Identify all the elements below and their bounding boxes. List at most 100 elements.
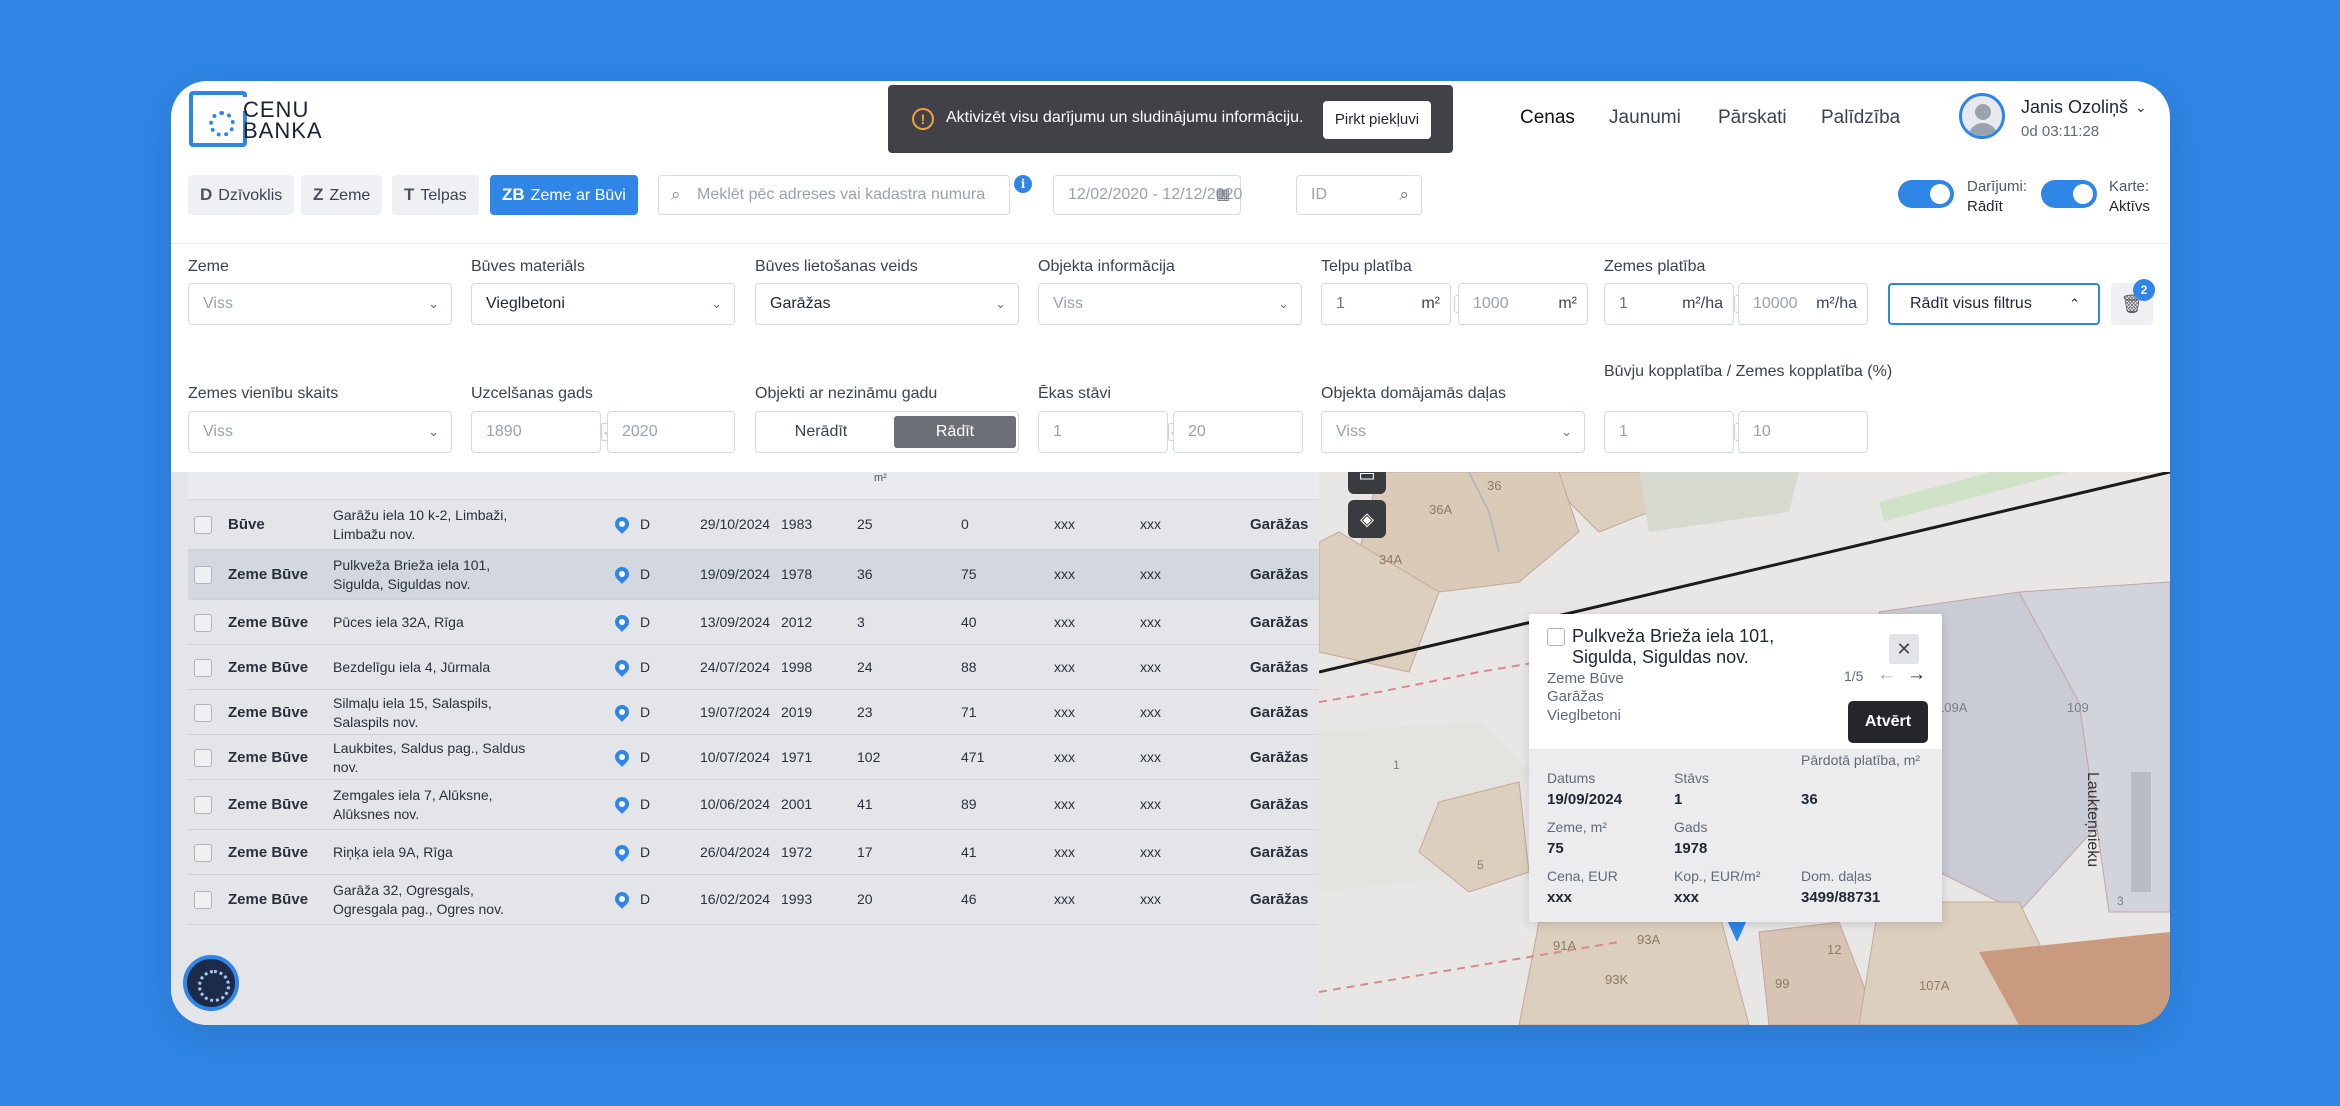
- land-to-input[interactable]: 10000 m²/ha: [1738, 283, 1868, 325]
- row-checkbox[interactable]: [194, 796, 212, 814]
- table-row[interactable]: Zeme Būve Pulkveža Brieža iela 101, Sigul…: [188, 550, 1319, 600]
- nav-prices[interactable]: Cenas: [1520, 107, 1575, 129]
- chevron-down-icon: ⌄: [995, 296, 1006, 311]
- row-checkbox[interactable]: [194, 843, 212, 862]
- map-pin-icon[interactable]: [612, 564, 632, 584]
- logo-mark-icon: [189, 91, 247, 147]
- map-pin-icon[interactable]: [612, 656, 632, 677]
- map-pin-icon[interactable]: [612, 889, 632, 909]
- row-price: xxx: [1054, 703, 1075, 720]
- detail-value: 36: [1801, 791, 1818, 808]
- arrow-right-icon[interactable]: →: [1907, 664, 1926, 686]
- property-popup: Pulkveža Brieža iela 101, Sigulda, Sigul…: [1529, 614, 1942, 922]
- table-row[interactable]: Zeme Būve Garāža 32, Ogresgals, Ogresgala…: [188, 875, 1319, 925]
- year-to-input[interactable]: 2020: [607, 411, 735, 453]
- nav-reports[interactable]: Pārskati: [1718, 107, 1787, 129]
- map-pin-icon[interactable]: [612, 514, 632, 534]
- row-checkbox[interactable]: [194, 703, 212, 722]
- table-row[interactable]: Zeme Būve Zemgales iela 7, Alūksne, Alūks…: [188, 780, 1319, 830]
- area-to-input[interactable]: 1000 m²: [1458, 283, 1588, 325]
- calendar-icon: ▦: [1215, 186, 1230, 203]
- row-checkbox[interactable]: [194, 891, 212, 909]
- row-checkbox[interactable]: [194, 566, 212, 584]
- row-checkbox[interactable]: [194, 748, 212, 767]
- popup-checkbox[interactable]: [1547, 628, 1565, 646]
- nav-news[interactable]: Jaunumi: [1609, 107, 1681, 129]
- info-icon[interactable]: i: [1014, 175, 1032, 193]
- table-row[interactable]: Zeme Būve Pūces iela 32A, Rīga D 13/09/2024…: [188, 600, 1319, 645]
- cenu-banka-logo[interactable]: CENU BANKA: [189, 91, 349, 151]
- map-toggle[interactable]: [2041, 180, 2097, 208]
- deals-toggle[interactable]: [1898, 180, 1954, 208]
- row-type: Zeme Būve: [228, 613, 309, 631]
- row-address: Bezdelīgu iela 4, Jūrmala: [333, 659, 491, 675]
- row-price: xxx: [1054, 566, 1075, 582]
- row-source: D: [640, 703, 651, 720]
- hide-unknown-option[interactable]: Nerādīt: [760, 416, 882, 448]
- tab-land-with-building[interactable]: ZB Zeme ar Būvi: [490, 175, 638, 215]
- avatar[interactable]: [1959, 93, 2005, 139]
- row-address: Zemgales iela 7, Alūksne, Alūksnes nov.: [333, 787, 493, 822]
- chevron-down-icon[interactable]: ⌄: [2135, 99, 2147, 116]
- row-checkbox[interactable]: [194, 658, 212, 677]
- row-land-area: 89: [961, 796, 977, 812]
- map-pin-icon[interactable]: [612, 841, 632, 862]
- material-select[interactable]: Vieglbetoni ⌄: [471, 283, 735, 325]
- tab-land[interactable]: Z Zeme: [301, 175, 383, 215]
- area-from-input[interactable]: 1 m²: [1321, 283, 1451, 325]
- row-year: 1998: [781, 658, 813, 675]
- tab-premises[interactable]: T Telpas: [392, 175, 479, 215]
- table-row[interactable]: Zeme Būve Silmaļu iela 15, Salaspils, Sal…: [188, 690, 1319, 735]
- building-shape: [2131, 772, 2151, 892]
- row-checkbox[interactable]: [194, 516, 212, 534]
- map-pin-icon[interactable]: [612, 746, 632, 767]
- ratio-to-input[interactable]: 10: [1738, 411, 1868, 453]
- nav-help[interactable]: Palīdzība: [1821, 107, 1900, 129]
- land-units-select[interactable]: Viss ⌄: [188, 411, 452, 453]
- search-input[interactable]: ⌕ Meklēt pēc adreses vai kadastra numura: [658, 175, 1010, 215]
- map-label: 3: [2117, 894, 2124, 908]
- year-from-input[interactable]: 1890: [471, 411, 601, 453]
- row-land-area: 88: [961, 658, 977, 675]
- show-unknown-option[interactable]: Rādīt: [894, 416, 1016, 448]
- chat-assistant-button[interactable]: [183, 955, 239, 1011]
- tab-letter: D: [200, 185, 213, 204]
- map-pin-icon[interactable]: [612, 611, 632, 632]
- row-price-per-m2: xxx: [1140, 748, 1161, 765]
- filter-count-badge: 2: [2133, 279, 2155, 301]
- open-button[interactable]: Atvērt: [1848, 701, 1928, 743]
- ratio-from-input[interactable]: 1: [1604, 411, 1734, 453]
- row-checkbox[interactable]: [194, 613, 212, 632]
- id-search-field[interactable]: ID ⌕: [1296, 175, 1422, 215]
- date-range-field[interactable]: 12/02/2020 - 12/12/2020 ▦: [1053, 175, 1242, 215]
- table-row[interactable]: Būve Garāžu iela 10 k-2, Limbaži, Limbažu…: [188, 500, 1319, 550]
- row-area: 24: [857, 658, 873, 675]
- usage-select[interactable]: Garāžas ⌄: [755, 283, 1019, 325]
- show-all-filters-button[interactable]: Rādīt visus filtrus ⌃: [1888, 283, 2100, 325]
- shares-select[interactable]: Viss ⌄: [1321, 411, 1585, 453]
- map-pin-icon[interactable]: [612, 794, 632, 814]
- detail-label: Datums: [1547, 770, 1596, 786]
- map-label: 1: [1393, 758, 1400, 772]
- land-from-input[interactable]: 1 m²/ha: [1604, 283, 1734, 325]
- floors-from-input[interactable]: 1: [1038, 411, 1168, 453]
- table-row[interactable]: Zeme Būve Laukbites, Saldus pag., Saldus …: [188, 735, 1319, 780]
- layers-icon[interactable]: ◈: [1348, 500, 1386, 538]
- table-row[interactable]: Zeme Būve Riņķa iela 9A, Rīga D 26/04/2024 1…: [188, 830, 1319, 875]
- filter-label: Uzcelšanas gads: [471, 385, 593, 402]
- map-layers-button-top[interactable]: ▭: [1348, 472, 1386, 494]
- land-select[interactable]: Viss ⌄: [188, 283, 452, 325]
- close-icon[interactable]: ✕: [1889, 634, 1919, 664]
- tab-apartment[interactable]: D Dzīvoklis: [188, 175, 295, 215]
- row-price: xxx: [1054, 796, 1075, 812]
- map-pin-icon[interactable]: [612, 701, 632, 722]
- arrow-left-icon[interactable]: ←: [1877, 664, 1896, 686]
- buy-access-button[interactable]: Pirkt piekļuvi: [1323, 101, 1431, 139]
- user-name[interactable]: Janis Ozoliņš: [2021, 97, 2128, 118]
- object-info-select[interactable]: Viss ⌄: [1038, 283, 1302, 325]
- table-row[interactable]: Zeme Būve Bezdelīgu iela 4, Jūrmala D 24/07…: [188, 645, 1319, 690]
- floors-to-input[interactable]: 20: [1173, 411, 1303, 453]
- row-usage: Garāžas: [1250, 796, 1309, 813]
- row-area: 41: [857, 796, 873, 812]
- detail-label: Kop., EUR/m²: [1674, 868, 1761, 884]
